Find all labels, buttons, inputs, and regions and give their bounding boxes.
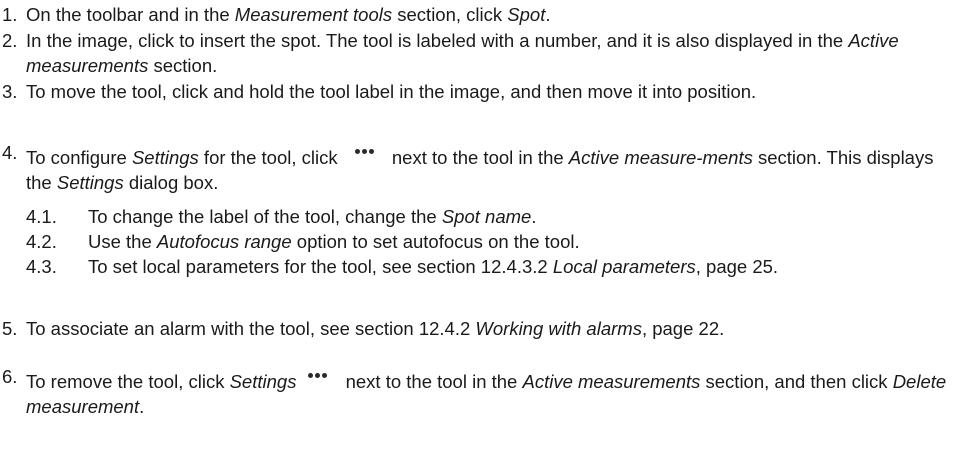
step-text: On the toolbar and in the Measurement to… [26,4,551,25]
step-text: To move the tool, click and hold the too… [26,81,757,102]
substep-number: 4.1. [26,206,57,227]
substep-number: 4.2. [26,231,57,252]
substep-text: To change the label of the tool, change … [88,206,537,227]
step-text: To remove the tool, click Settings next … [26,364,950,419]
substep-number: 4.3. [26,256,57,277]
substep-text: Use the Autofocus range option to set au… [88,231,580,252]
step-number: 3. [2,81,18,102]
step-number: 5. [2,318,18,339]
more-options-icon [346,140,381,168]
substep-text: To set local parameters for the tool, se… [88,256,779,277]
step-number: 1. [2,4,18,25]
step-text: In the image, click to insert the spot. … [26,30,899,76]
step-text: To associate an alarm with the tool, see… [26,318,725,339]
more-options-icon [300,364,335,392]
step-number: 4. [2,142,18,163]
step-number: 2. [2,30,18,51]
step-number: 6. [2,366,18,387]
step-text: To configure Settings for the tool, clic… [26,140,950,195]
